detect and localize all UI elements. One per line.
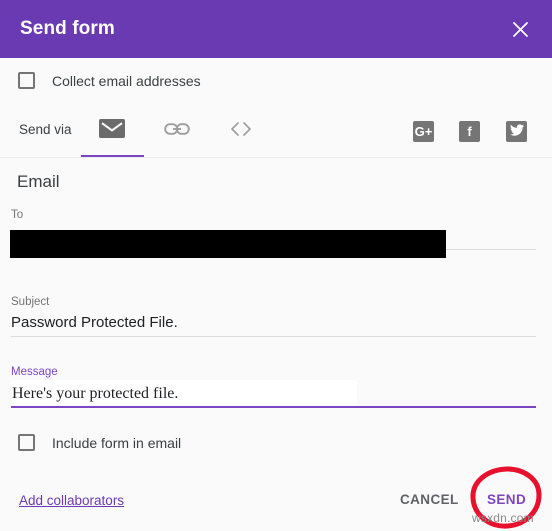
link-icon bbox=[164, 121, 190, 142]
tab-send-via-embed[interactable] bbox=[209, 110, 273, 152]
collect-email-label: Collect email addresses bbox=[52, 72, 201, 89]
redacted-recipient-bar bbox=[10, 230, 446, 258]
send-via-label: Send via bbox=[19, 122, 72, 137]
facebook-icon: f bbox=[467, 124, 472, 139]
tab-send-via-link[interactable] bbox=[145, 110, 209, 152]
include-form-in-email-checkbox-row[interactable]: Include form in email bbox=[18, 434, 181, 451]
share-facebook-button[interactable]: f bbox=[459, 121, 480, 142]
message-field-value-wrapper[interactable]: Here's your protected file. bbox=[11, 380, 536, 406]
embed-code-icon bbox=[228, 121, 254, 142]
subject-field[interactable]: Subject Password Protected File. bbox=[11, 296, 536, 337]
include-form-checkbox[interactable] bbox=[18, 434, 35, 451]
close-icon[interactable] bbox=[506, 15, 534, 43]
watermark: wsxdn.com bbox=[472, 511, 534, 525]
send-button[interactable]: SEND bbox=[487, 492, 526, 507]
section-divider bbox=[0, 157, 552, 158]
message-field-label: Message bbox=[11, 366, 58, 378]
include-form-label: Include form in email bbox=[52, 434, 182, 451]
dialog-header: Send form bbox=[0, 0, 552, 58]
share-twitter-button[interactable] bbox=[506, 121, 527, 142]
page-title: Send form bbox=[20, 18, 115, 39]
send-form-dialog: Send form Collect email addresses Send v… bbox=[0, 0, 552, 531]
collect-email-checkbox[interactable] bbox=[18, 72, 35, 89]
send-via-row: Send via G+ f bbox=[0, 110, 552, 158]
email-section-title: Email bbox=[17, 172, 60, 191]
message-field-value[interactable]: Here's your protected file. bbox=[11, 380, 357, 406]
collect-email-addresses-checkbox-row[interactable]: Collect email addresses bbox=[18, 72, 201, 89]
envelope-icon bbox=[99, 119, 125, 143]
tab-send-via-email[interactable] bbox=[80, 110, 144, 152]
add-collaborators-link[interactable]: Add collaborators bbox=[19, 493, 124, 508]
share-google-plus-button[interactable]: G+ bbox=[413, 121, 434, 142]
cancel-button[interactable]: CANCEL bbox=[400, 492, 459, 507]
to-field-label: To bbox=[11, 209, 24, 221]
subject-field-underline bbox=[11, 336, 536, 337]
twitter-bird-icon bbox=[509, 123, 524, 141]
message-field[interactable]: Message Here's your protected file. bbox=[11, 366, 536, 408]
subject-field-value[interactable]: Password Protected File. bbox=[11, 310, 536, 336]
google-plus-icon: G+ bbox=[414, 124, 433, 139]
subject-field-label: Subject bbox=[11, 296, 50, 308]
message-field-underline bbox=[11, 406, 536, 408]
